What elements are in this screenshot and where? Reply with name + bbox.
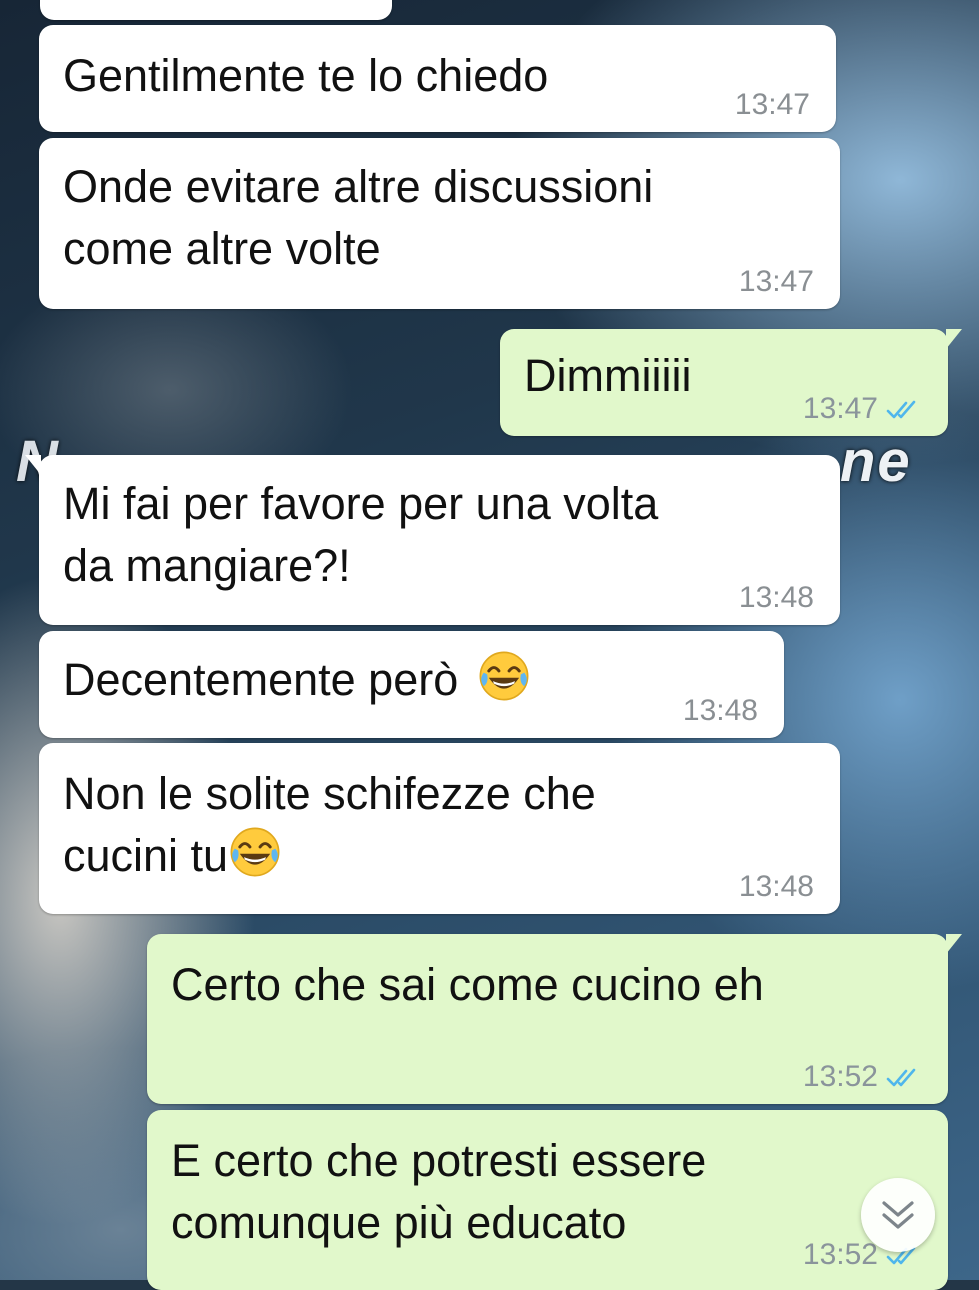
- double-check-icon: [886, 400, 916, 419]
- message-text: Non le solite schifezze che cucini tu: [63, 763, 596, 887]
- message-text: Certo che sai come cucino eh: [171, 959, 764, 1010]
- message-text: Mi fai per favore per una volta da mangi…: [63, 478, 659, 591]
- message-bubble-incoming[interactable]: Non le solite schifezze che cucini tu 13…: [39, 743, 840, 914]
- message-text: Onde evitare altre discussioni come altr…: [63, 161, 654, 274]
- message-bubble-incoming[interactable]: [40, 0, 392, 20]
- message-text: Decentemente però: [63, 649, 531, 711]
- message-bubble-incoming[interactable]: Mi fai per favore per una volta da mangi…: [25, 455, 840, 625]
- message-bubble-incoming[interactable]: Gentilmente te lo chiedo 13:47: [39, 25, 836, 132]
- message-bubble-outgoing[interactable]: E certo che potresti essere comunque più…: [147, 1110, 948, 1290]
- scroll-to-bottom-button[interactable]: [861, 1178, 935, 1252]
- face-with-tears-of-joy-icon: [230, 827, 280, 877]
- message-meta: 13:52: [803, 1060, 922, 1094]
- message-time: 13:48: [738, 870, 814, 903]
- message-time: 13:47: [802, 392, 878, 425]
- message-bubble-incoming[interactable]: Decentemente però 13:48: [39, 631, 784, 738]
- message-text-content: Decentemente però: [63, 654, 459, 705]
- message-time: 13:52: [802, 1060, 878, 1093]
- wallpaper-caption-text: ne: [840, 429, 912, 494]
- message-time: 13:47: [734, 88, 810, 121]
- message-meta: 13:47: [803, 392, 922, 426]
- message-time: 13:47: [738, 265, 814, 298]
- double-check-icon: [886, 1068, 916, 1087]
- face-with-tears-of-joy-icon: [479, 651, 529, 701]
- message-text: E certo che potresti essere comunque più…: [171, 1135, 707, 1248]
- message-bubble-outgoing[interactable]: Dimmiiiii 13:47: [500, 329, 962, 436]
- message-text-content: Non le solite schifezze che cucini tu: [63, 768, 596, 881]
- message-bubble-incoming[interactable]: Onde evitare altre discussioni come altr…: [39, 138, 840, 309]
- message-text: Gentilmente te lo chiedo: [63, 50, 549, 101]
- message-time: 13:52: [802, 1238, 878, 1271]
- message-time: 13:48: [682, 694, 758, 727]
- message-text: Dimmiiiii: [524, 350, 692, 401]
- message-time: 13:48: [738, 581, 814, 614]
- chevron-double-down-icon: [882, 1201, 914, 1229]
- message-bubble-outgoing[interactable]: Certo che sai come cucino eh 13:52: [147, 934, 962, 1104]
